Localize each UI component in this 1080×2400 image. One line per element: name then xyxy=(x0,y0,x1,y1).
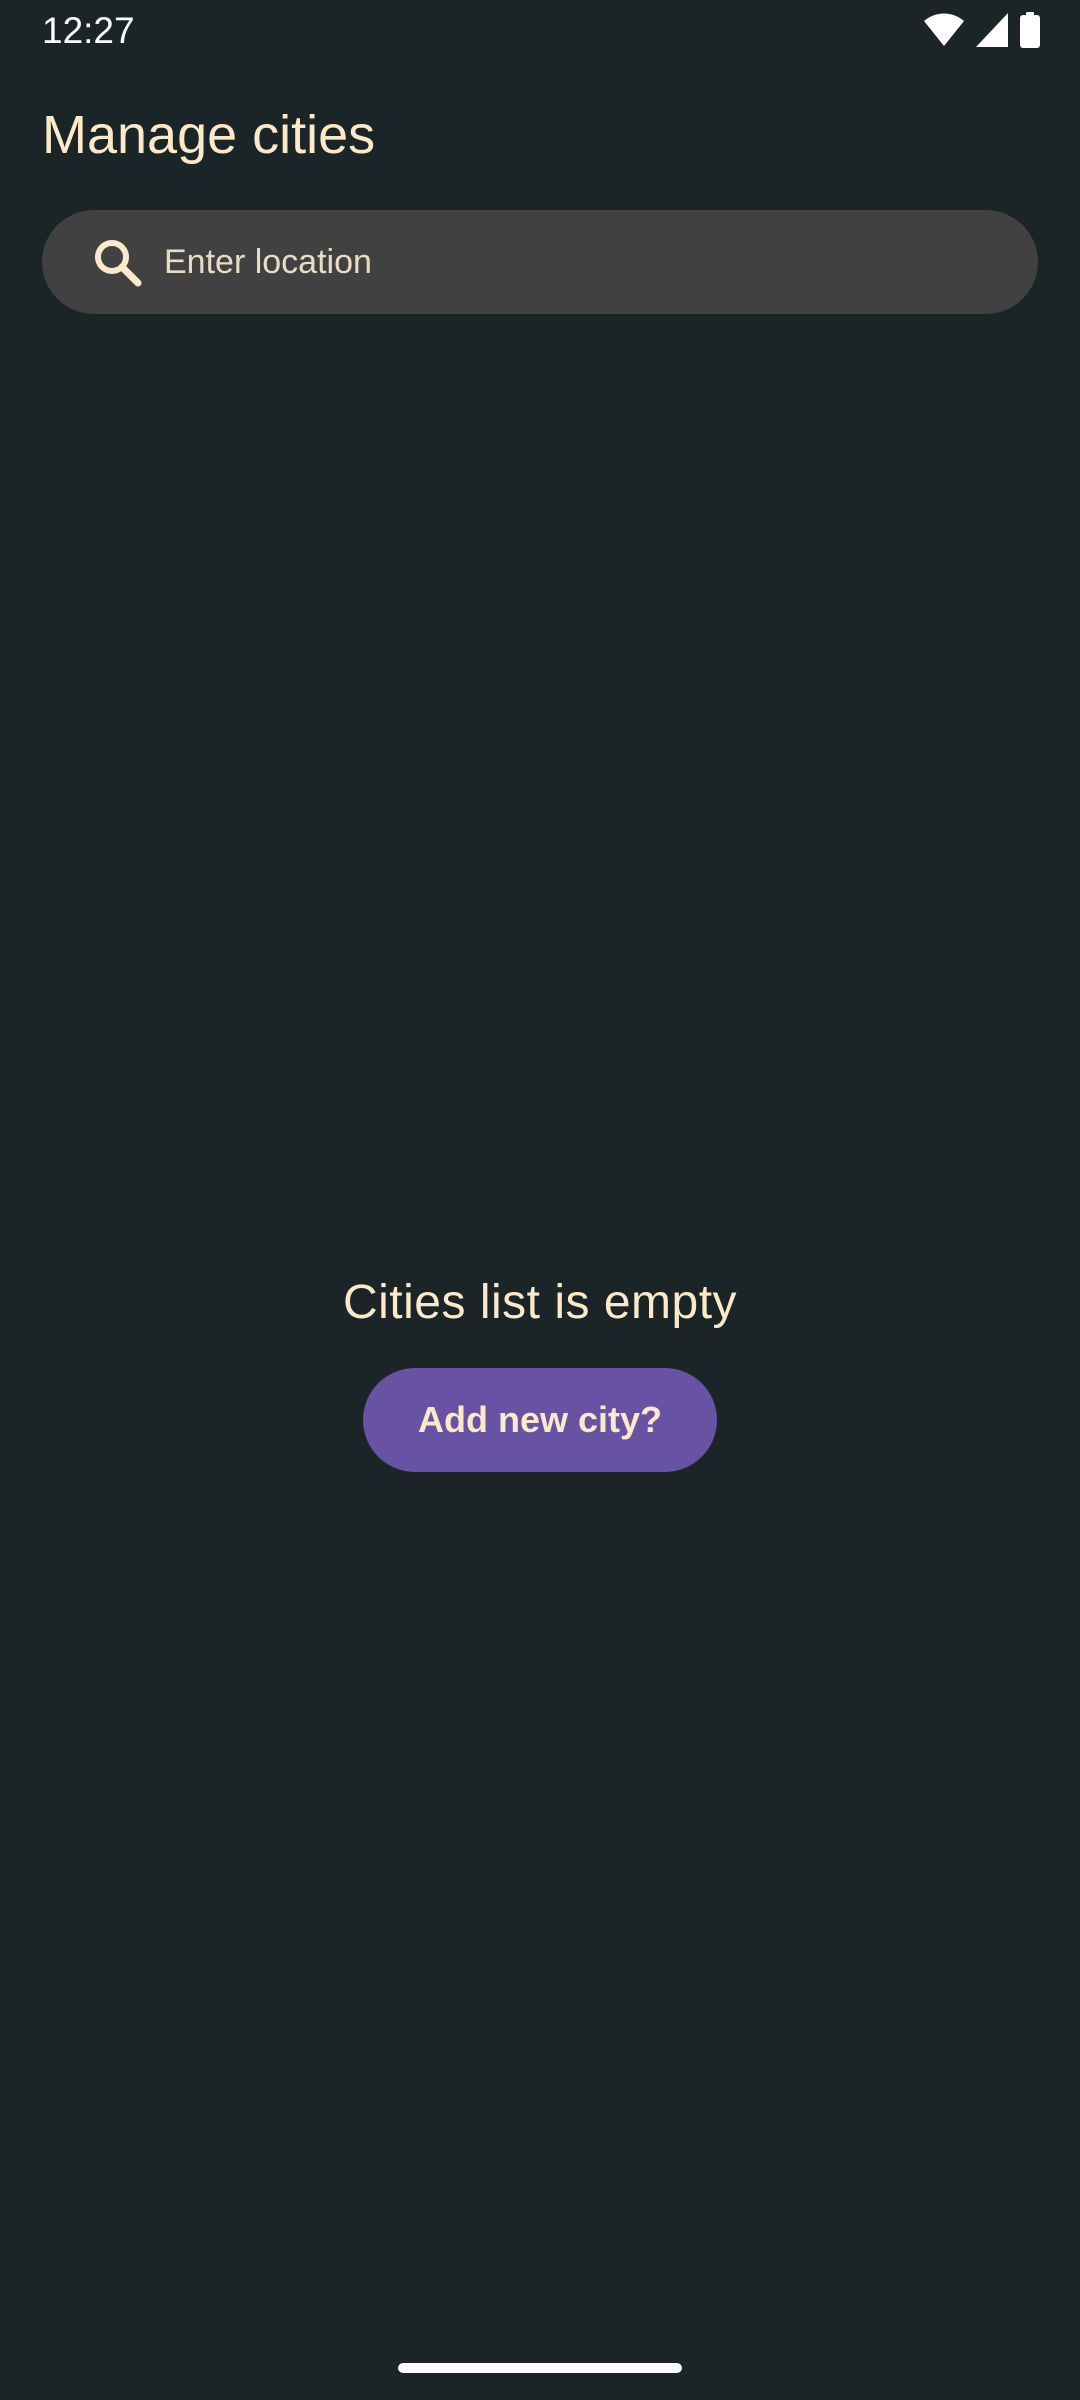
status-time: 12:27 xyxy=(42,10,135,51)
battery-icon xyxy=(1020,12,1040,48)
empty-state-message: Cities list is empty xyxy=(342,1276,738,1329)
status-icons xyxy=(924,12,1040,48)
gesture-navigation-bar[interactable] xyxy=(398,2363,682,2373)
empty-state: Cities list is empty xyxy=(0,1270,1080,1336)
wifi-icon xyxy=(924,13,964,47)
search-bar[interactable] xyxy=(42,209,1038,315)
page-title: Manage cities xyxy=(42,105,376,165)
status-bar: 12:27 xyxy=(0,0,1080,62)
cellular-signal-icon xyxy=(976,13,1008,47)
search-icon xyxy=(90,235,144,289)
add-city-button[interactable]: Add new city? xyxy=(363,1368,717,1472)
search-input[interactable] xyxy=(162,209,1038,315)
